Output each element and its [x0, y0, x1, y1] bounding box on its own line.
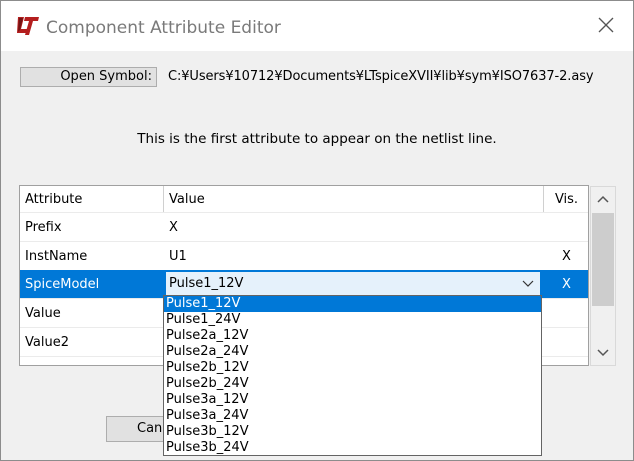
ltspice-logo-icon	[17, 17, 39, 35]
table-row[interactable]: Prefix X	[20, 212, 588, 242]
table-header: Attribute Value Vis.	[20, 186, 588, 212]
attribute-cell: InstName	[25, 249, 88, 264]
dropdown-option[interactable]: Pulse3b_24V	[164, 440, 541, 455]
dropdown-option[interactable]: Pulse2b_12V	[164, 360, 541, 376]
value-cell[interactable]: U1	[163, 242, 543, 271]
spice-model-combobox[interactable]: Pulse1_12V	[165, 271, 541, 296]
close-icon[interactable]	[595, 14, 617, 36]
dropdown-option[interactable]: Pulse3a_12V	[164, 392, 541, 408]
vis-cell[interactable]: X	[543, 242, 588, 271]
vis-cell[interactable]: X	[543, 270, 588, 298]
attribute-cell: SpiceModel	[25, 276, 100, 292]
table-row[interactable]: InstName U1 X	[20, 241, 588, 271]
attribute-cell: Value	[25, 306, 61, 321]
dropdown-option[interactable]: Pulse2a_24V	[164, 344, 541, 360]
value-cell[interactable]: X	[163, 213, 543, 242]
header-vis[interactable]: Vis.	[543, 186, 588, 212]
attribute-cell: SpiceLine	[20, 357, 163, 365]
dropdown-option[interactable]: Pulse2b_24V	[164, 376, 541, 392]
dropdown-option[interactable]: Pulse1_24V	[164, 312, 541, 328]
cancel-button[interactable]: Cancel	[106, 416, 181, 442]
header-value[interactable]: Value	[163, 186, 543, 212]
spice-model-dropdown-list[interactable]: Pulse1_12V Pulse1_24V Pulse2a_12V Pulse2…	[163, 295, 542, 456]
dropdown-option[interactable]: Pulse2a_12V	[164, 328, 541, 344]
symbol-path: C:¥Users¥10712¥Documents¥LTspiceXVII¥lib…	[168, 69, 594, 84]
dropdown-option[interactable]: Pulse1_12V	[164, 296, 541, 312]
scrollbar-thumb[interactable]	[592, 213, 614, 306]
title-bar: Component Attribute Editor	[1, 1, 633, 51]
help-text: This is the first attribute to appear on…	[137, 131, 497, 147]
header-attribute[interactable]: Attribute	[20, 186, 163, 212]
vis-cell[interactable]	[543, 213, 588, 242]
dropdown-option[interactable]: Pulse3b_12V	[164, 424, 541, 440]
open-symbol-button[interactable]: Open Symbol:	[20, 67, 157, 87]
dialog-window: Component Attribute Editor Open Symbol: …	[0, 0, 634, 461]
combobox-value: Pulse1_12V	[169, 276, 244, 291]
scroll-down-icon[interactable]	[597, 349, 609, 357]
attribute-cell: Value2	[25, 335, 69, 350]
dropdown-option[interactable]: Pulse3a_24V	[164, 408, 541, 424]
table-row-selected[interactable]: SpiceModel Pulse1_12V X	[20, 270, 588, 298]
attribute-cell: Prefix	[25, 220, 62, 235]
scroll-up-icon[interactable]	[597, 195, 609, 203]
table-scrollbar[interactable]	[590, 186, 616, 366]
chevron-down-icon[interactable]	[522, 278, 534, 288]
window-title: Component Attribute Editor	[46, 18, 281, 38]
